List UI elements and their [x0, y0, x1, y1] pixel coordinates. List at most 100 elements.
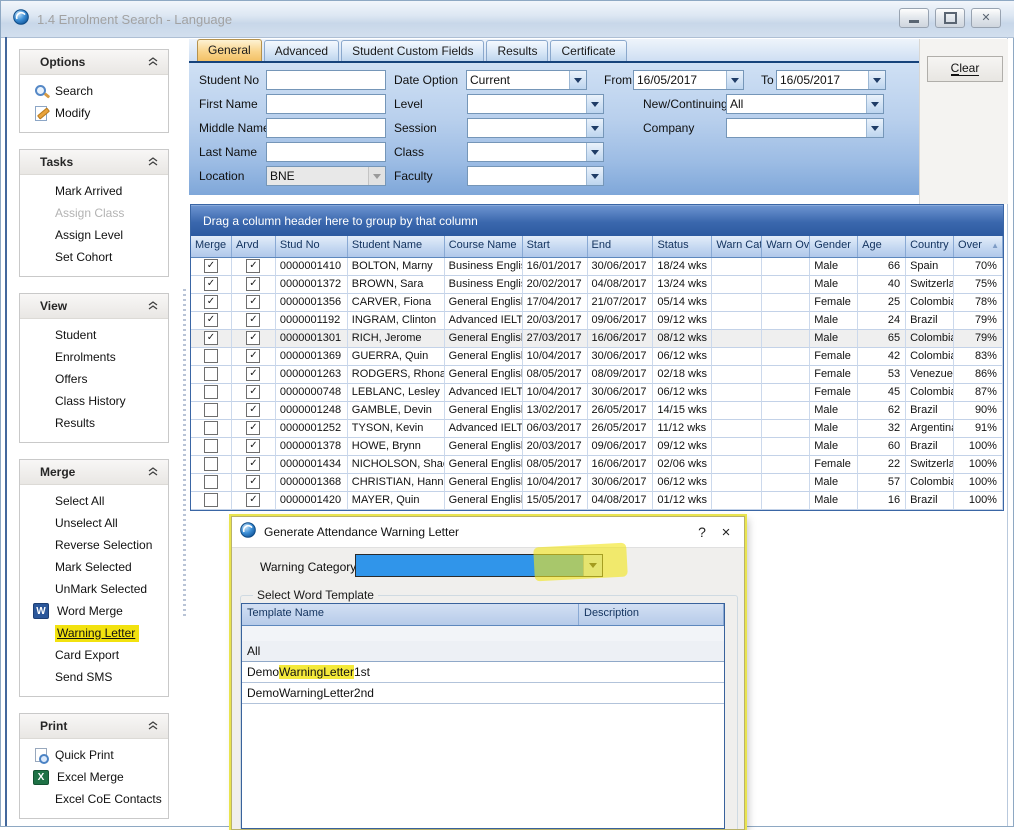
date-option-combo[interactable]: Current	[466, 70, 587, 90]
collapse-chevron-icon[interactable]	[148, 53, 158, 71]
arrived-checkbox[interactable]: ✓	[246, 367, 260, 381]
sidebar-item-reverse-selection[interactable]: Reverse Selection	[20, 534, 168, 556]
minimize-button[interactable]	[899, 8, 929, 28]
table-row[interactable]: ✓0000001378HOWE, BrynnGeneral English20/…	[191, 438, 1003, 456]
tab-advanced[interactable]: Advanced	[264, 40, 339, 61]
sidebar-item-offers[interactable]: Offers	[20, 368, 168, 390]
table-row[interactable]: ✓✓0000001192INGRAM, ClintonAdvanced IELT…	[191, 312, 1003, 330]
sidebar-item-results[interactable]: Results	[20, 412, 168, 434]
section-header-view[interactable]: View	[20, 294, 168, 319]
tab-student-custom-fields[interactable]: Student Custom Fields	[341, 40, 484, 61]
sidebar-item-assign-level[interactable]: Assign Level	[20, 224, 168, 246]
from-date-combo[interactable]: 16/05/2017	[633, 70, 744, 90]
template-column-header-description[interactable]: Description	[579, 604, 724, 625]
table-row[interactable]: ✓0000000748LEBLANC, LesleyAdvanced IELTS…	[191, 384, 1003, 402]
last-name-input[interactable]	[266, 142, 386, 162]
close-button[interactable]: ✕	[971, 8, 1001, 28]
merge-checkbox[interactable]	[204, 367, 218, 381]
column-header-status[interactable]: Status	[653, 236, 712, 257]
to-date-combo[interactable]: 16/05/2017	[776, 70, 886, 90]
arrived-checkbox[interactable]: ✓	[246, 421, 260, 435]
column-header-course-name[interactable]: Course Name	[445, 236, 523, 257]
sidebar-splitter[interactable]	[179, 39, 189, 826]
sidebar-item-quick-print[interactable]: Quick Print	[20, 744, 168, 766]
template-column-header-template-name[interactable]: Template Name	[242, 604, 579, 625]
column-header-end[interactable]: End	[588, 236, 654, 257]
sidebar-item-excel-merge[interactable]: XExcel Merge	[20, 766, 168, 788]
merge-checkbox[interactable]	[204, 349, 218, 363]
merge-checkbox[interactable]	[204, 457, 218, 471]
collapse-chevron-icon[interactable]	[148, 717, 158, 735]
collapse-chevron-icon[interactable]	[148, 297, 158, 315]
merge-checkbox[interactable]	[204, 493, 218, 507]
table-row[interactable]: ✓✓0000001372BROWN, SaraBusiness English2…	[191, 276, 1003, 294]
table-row[interactable]: ✓0000001252TYSON, KevinAdvanced IELTS06/…	[191, 420, 1003, 438]
tab-results[interactable]: Results	[486, 40, 548, 61]
merge-checkbox[interactable]	[204, 421, 218, 435]
column-header-arvd[interactable]: Arvd	[232, 236, 276, 257]
new-continuing-combo[interactable]: All	[726, 94, 884, 114]
company-combo[interactable]	[726, 118, 884, 138]
table-row[interactable]: ✓0000001368CHRISTIAN, HannaGeneral Engli…	[191, 474, 1003, 492]
table-row[interactable]: ✓0000001420MAYER, QuinGeneral English15/…	[191, 492, 1003, 510]
tab-general[interactable]: General	[197, 39, 262, 61]
arrived-checkbox[interactable]: ✓	[246, 331, 260, 345]
column-header-warn-ov[interactable]: Warn Ov	[762, 236, 810, 257]
column-header-merge[interactable]: Merge	[191, 236, 232, 257]
table-row[interactable]: ✓0000001263RODGERS, RhonaGeneral English…	[191, 366, 1003, 384]
sidebar-item-unselect-all[interactable]: Unselect All	[20, 512, 168, 534]
merge-checkbox[interactable]	[204, 385, 218, 399]
merge-checkbox[interactable]	[204, 439, 218, 453]
merge-checkbox[interactable]	[204, 475, 218, 489]
template-row-demowarningletter2nd[interactable]: DemoWarningLetter2nd	[242, 683, 724, 704]
arrived-checkbox[interactable]: ✓	[246, 295, 260, 309]
section-header-options[interactable]: Options	[20, 50, 168, 75]
merge-checkbox[interactable]	[204, 403, 218, 417]
merge-checkbox[interactable]: ✓	[204, 295, 218, 309]
merge-checkbox[interactable]: ✓	[204, 331, 218, 345]
sidebar-item-mark-arrived[interactable]: Mark Arrived	[20, 180, 168, 202]
sidebar-item-search[interactable]: Search	[20, 80, 168, 102]
faculty-combo[interactable]	[467, 166, 604, 186]
sidebar-item-enrolments[interactable]: Enrolments	[20, 346, 168, 368]
column-header-over[interactable]: Over▲	[954, 236, 1003, 257]
merge-checkbox[interactable]: ✓	[204, 277, 218, 291]
warning-category-combo[interactable]	[355, 554, 603, 577]
merge-checkbox[interactable]: ✓	[204, 259, 218, 273]
template-row-demowarningletter1st[interactable]: DemoWarningLetter1st	[242, 662, 724, 683]
column-header-stud-no[interactable]: Stud No	[276, 236, 348, 257]
column-header-student-name[interactable]: Student Name	[348, 236, 445, 257]
sidebar-item-warning-letter[interactable]: Warning Letter	[20, 622, 168, 644]
column-header-start[interactable]: Start	[523, 236, 588, 257]
column-header-age[interactable]: Age	[858, 236, 906, 257]
arrived-checkbox[interactable]: ✓	[246, 439, 260, 453]
arrived-checkbox[interactable]: ✓	[246, 475, 260, 489]
session-combo[interactable]	[467, 118, 604, 138]
sidebar-item-excel-coe-contacts[interactable]: Excel CoE Contacts	[20, 788, 168, 810]
sidebar-item-card-export[interactable]: Card Export	[20, 644, 168, 666]
table-row[interactable]: ✓0000001434NICHOLSON, ShaeleGeneral Engl…	[191, 456, 1003, 474]
arrived-checkbox[interactable]: ✓	[246, 457, 260, 471]
table-row[interactable]: ✓✓0000001301RICH, JeromeGeneral English2…	[191, 330, 1003, 348]
template-filter-row[interactable]	[242, 626, 724, 641]
maximize-button[interactable]	[935, 8, 965, 28]
collapse-chevron-icon[interactable]	[148, 463, 158, 481]
sidebar-item-mark-selected[interactable]: Mark Selected	[20, 556, 168, 578]
template-row-all[interactable]: All	[242, 641, 724, 662]
sidebar-item-send-sms[interactable]: Send SMS	[20, 666, 168, 688]
sidebar-item-select-all[interactable]: Select All	[20, 490, 168, 512]
sidebar-item-modify[interactable]: Modify	[20, 102, 168, 124]
column-header-country[interactable]: Country	[906, 236, 954, 257]
clear-button[interactable]: Clear	[927, 56, 1003, 82]
sidebar-item-word-merge[interactable]: WWord Merge	[20, 600, 168, 622]
section-header-print[interactable]: Print	[20, 714, 168, 739]
first-name-input[interactable]	[266, 94, 386, 114]
section-header-merge[interactable]: Merge	[20, 460, 168, 485]
arrived-checkbox[interactable]: ✓	[246, 493, 260, 507]
sidebar-item-unmark-selected[interactable]: UnMark Selected	[20, 578, 168, 600]
arrived-checkbox[interactable]: ✓	[246, 313, 260, 327]
dialog-close-button[interactable]: ×	[714, 524, 738, 541]
dialog-help-button[interactable]: ?	[690, 524, 714, 540]
arrived-checkbox[interactable]: ✓	[246, 403, 260, 417]
arrived-checkbox[interactable]: ✓	[246, 349, 260, 363]
